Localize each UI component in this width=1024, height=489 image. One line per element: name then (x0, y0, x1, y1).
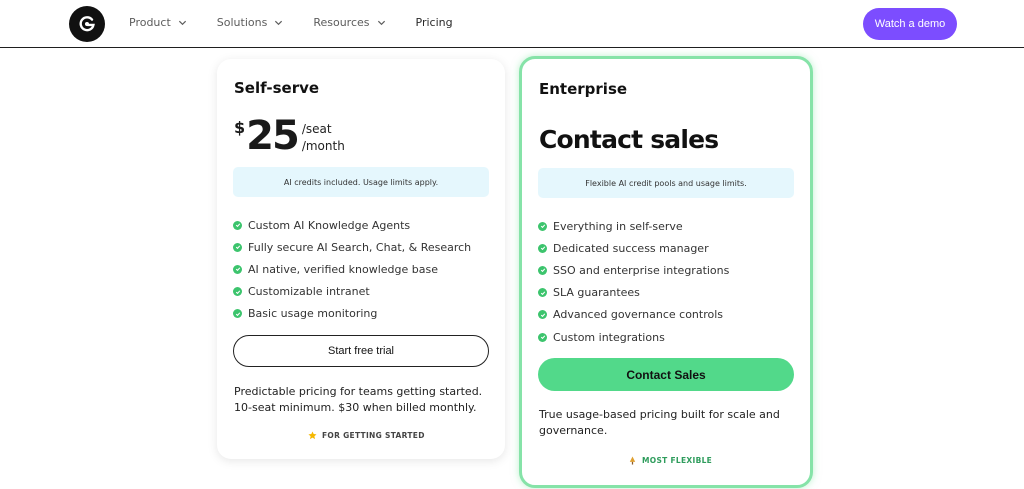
contact-sales-headline: Contact sales (539, 125, 719, 154)
plan-title: Enterprise (539, 80, 628, 98)
top-nav-bar: Product Solutions Resources Pricing Watc… (0, 0, 1024, 48)
nav-product[interactable]: Product (129, 16, 187, 29)
plan-tag-label: MOST FLEXIBLE (642, 456, 713, 465)
usage-note: AI credits included. Usage limits apply. (233, 167, 489, 197)
check-circle-icon (538, 310, 547, 320)
feature-item: Everything in self-serve (538, 215, 729, 237)
nav-solutions[interactable]: Solutions (217, 16, 284, 29)
nav-resources[interactable]: Resources (313, 16, 385, 29)
feature-text: Custom integrations (553, 330, 665, 344)
chevron-down-icon (178, 20, 186, 26)
nav-product-label: Product (129, 16, 171, 29)
check-circle-icon (233, 287, 242, 297)
contact-sales-button[interactable]: Contact Sales (538, 358, 794, 391)
feature-item: Basic usage monitoring (233, 303, 471, 325)
check-circle-icon (538, 243, 547, 253)
chevron-down-icon (377, 20, 385, 26)
feature-item: Customizable intranet (233, 281, 471, 303)
price-period: /seat /month (302, 121, 345, 155)
feature-item: Dedicated success manager (538, 237, 729, 259)
price: $ 25 /seat /month (234, 113, 345, 159)
feature-list: Custom AI Knowledge Agents Fully secure … (233, 214, 471, 325)
feature-text: SSO and enterprise integrations (553, 263, 730, 277)
usage-note: Flexible AI credit pools and usage limit… (538, 168, 794, 198)
nav-pricing-label: Pricing (415, 16, 453, 29)
plan-description: Predictable pricing for teams getting st… (234, 385, 483, 414)
plan-tag: FOR GETTING STARTED (308, 431, 425, 440)
check-circle-icon (233, 242, 242, 252)
feature-text: Custom AI Knowledge Agents (248, 218, 411, 232)
feature-text: Advanced governance controls (553, 308, 724, 322)
feature-item: SLA guarantees (538, 282, 729, 304)
feature-item: Fully secure AI Search, Chat, & Research (233, 236, 471, 258)
watch-demo-button[interactable]: Watch a demo (863, 8, 957, 40)
plan-description: True usage-based pricing built for scale… (539, 408, 780, 437)
enterprise-plan-card: Enterprise Contact sales Flexible AI cre… (519, 56, 813, 488)
check-circle-icon (233, 264, 242, 274)
nav-resources-label: Resources (313, 16, 370, 29)
start-free-trial-button[interactable]: Start free trial (233, 335, 489, 367)
feature-text: Dedicated success manager (553, 241, 709, 255)
price-amount: 25 (246, 113, 300, 159)
feature-item: AI native, verified knowledge base (233, 258, 471, 280)
feature-item: Custom integrations (538, 326, 729, 348)
plan-tag: MOST FLEXIBLE (628, 456, 712, 465)
check-circle-icon (233, 220, 242, 230)
feature-text: Basic usage monitoring (248, 307, 378, 321)
feature-text: Customizable intranet (248, 285, 370, 299)
chevron-down-icon (275, 20, 283, 26)
check-circle-icon (538, 288, 547, 298)
feature-text: Fully secure AI Search, Chat, & Research (248, 240, 472, 254)
main-nav: Product Solutions Resources Pricing (129, 16, 483, 29)
feature-text: Everything in self-serve (553, 219, 683, 233)
price-currency: $ (234, 118, 246, 137)
feature-text: SLA guarantees (553, 286, 640, 300)
star-icon (308, 431, 317, 440)
feature-item: SSO and enterprise integrations (538, 259, 729, 281)
check-circle-icon (538, 332, 547, 342)
feature-item: Advanced governance controls (538, 304, 729, 326)
check-circle-icon (538, 221, 547, 231)
self-serve-plan-card: Self-serve $ 25 /seat /month AI credits … (217, 59, 505, 459)
price-per-month: /month (301, 139, 345, 153)
feature-text: AI native, verified knowledge base (248, 262, 438, 276)
feature-item: Custom AI Knowledge Agents (233, 214, 471, 236)
nav-solutions-label: Solutions (216, 16, 268, 29)
check-circle-icon (538, 265, 547, 275)
g-logo-icon[interactable] (69, 6, 105, 42)
nav-pricing[interactable]: Pricing (416, 16, 453, 29)
price-per-seat: /seat (301, 122, 332, 136)
plan-title: Self-serve (234, 79, 320, 97)
tree-icon (629, 456, 636, 465)
plan-tag-label: FOR GETTING STARTED (322, 431, 425, 440)
feature-list: Everything in self-serve Dedicated succe… (538, 215, 729, 348)
check-circle-icon (233, 309, 242, 319)
